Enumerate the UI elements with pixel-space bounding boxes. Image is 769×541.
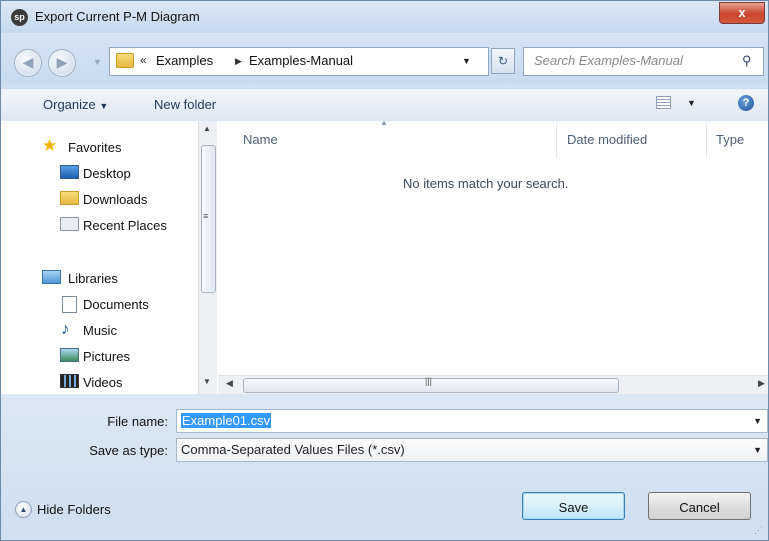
back-arrow-icon: ◀	[22, 54, 34, 70]
help-icon[interactable]: ?	[738, 95, 754, 111]
column-divider[interactable]	[706, 123, 707, 158]
libraries-icon	[42, 270, 61, 284]
column-header-date-modified[interactable]: Date modified	[567, 132, 647, 147]
sidebar-item-desktop[interactable]: Desktop	[1, 162, 197, 184]
sidebar-item-label: Recent Places	[83, 218, 167, 233]
resize-grip-icon[interactable]: ⋰	[754, 525, 763, 536]
save-form: File name: Example01.csv ▼ Save as type:…	[1, 394, 768, 540]
sidebar-item-label: Downloads	[83, 192, 148, 207]
scrollbar-grip-icon: |||	[425, 376, 433, 386]
refresh-button[interactable]: ↻	[491, 48, 515, 74]
scrollbar-grip-icon: ≡	[203, 211, 208, 221]
sidebar-item-videos[interactable]: Videos	[1, 371, 197, 393]
sidebar-item-pictures[interactable]: Pictures	[1, 345, 197, 367]
file-name-dropdown-icon[interactable]: ▼	[753, 416, 762, 426]
save-dialog: sp Export Current P-M Diagram x ◀ ▶ ▼ « …	[0, 0, 769, 541]
sidebar-item-label: Documents	[83, 297, 149, 312]
save-as-type-value: Comma-Separated Values Files (*.csv)	[181, 442, 405, 457]
sidebar-item-label: Desktop	[83, 166, 131, 181]
back-button[interactable]: ◀	[14, 49, 42, 77]
forward-arrow-icon: ▶	[56, 54, 68, 70]
address-bar[interactable]: « Examples ▶ Examples-Manual ▼	[109, 47, 489, 76]
search-input[interactable]	[532, 52, 736, 69]
view-options-dropdown-icon[interactable]: ▼	[687, 98, 696, 108]
save-as-type-label: Save as type:	[89, 443, 168, 458]
close-button[interactable]: x	[719, 2, 765, 24]
sidebar-item-documents[interactable]: Documents	[1, 293, 197, 315]
sidebar-item-label: Favorites	[68, 140, 122, 155]
search-icon[interactable]: ⚲	[742, 53, 752, 69]
scroll-down-arrow-icon[interactable]: ▼	[203, 377, 211, 386]
sidebar-item-libraries[interactable]: Libraries	[1, 267, 197, 289]
sidebar-item-label: Pictures	[83, 349, 130, 364]
chevron-down-icon: ▼	[99, 101, 109, 111]
save-button[interactable]: Save	[522, 492, 625, 520]
file-name-label: File name:	[107, 414, 168, 429]
navigation-pane-scrollbar[interactable]: ▲ ≡ ▼	[198, 121, 217, 394]
sidebar-item-favorites[interactable]: ★ Favorites	[1, 136, 197, 158]
organize-menu[interactable]: Organize ▼	[43, 97, 108, 112]
desktop-icon	[60, 165, 79, 179]
documents-icon	[62, 296, 77, 313]
file-name-value[interactable]: Example01.csv	[181, 413, 272, 428]
navigation-pane: ★ Favorites Desktop Downloads Recent Pla…	[1, 121, 197, 394]
column-header-type[interactable]: Type	[716, 132, 744, 147]
cancel-button[interactable]: Cancel	[648, 492, 751, 520]
refresh-icon: ↻	[497, 54, 509, 68]
column-header-name[interactable]: Name	[243, 132, 278, 147]
content-area: ★ Favorites Desktop Downloads Recent Pla…	[1, 118, 768, 395]
breadcrumb-overflow[interactable]: «	[140, 53, 147, 67]
breadcrumb-examples-manual[interactable]: Examples-Manual	[249, 53, 353, 68]
sidebar-item-recent-places[interactable]: Recent Places	[1, 214, 197, 236]
breadcrumb-chevron-icon[interactable]: ▶	[235, 56, 242, 67]
scroll-left-arrow-icon[interactable]: ◀	[226, 378, 233, 389]
collapse-icon[interactable]: ▲	[15, 501, 32, 518]
hide-folders-button[interactable]: Hide Folders	[37, 502, 111, 517]
sidebar-item-downloads[interactable]: Downloads	[1, 188, 197, 210]
scroll-right-arrow-icon[interactable]: ▶	[758, 378, 765, 389]
folder-icon	[116, 53, 134, 68]
videos-icon	[60, 374, 79, 388]
change-view-icon[interactable]	[656, 96, 671, 109]
sort-ascending-icon: ▲	[380, 118, 388, 127]
breadcrumb-examples[interactable]: Examples	[156, 53, 213, 68]
sidebar-item-music[interactable]: ♪ Music	[1, 319, 197, 341]
address-dropdown-icon[interactable]: ▼	[462, 56, 471, 66]
music-note-icon: ♪	[61, 319, 70, 338]
column-divider[interactable]	[556, 123, 557, 158]
file-list-horizontal-scrollbar[interactable]: ◀ ||| ▶	[218, 375, 768, 395]
sidebar-item-label: Videos	[83, 375, 123, 390]
chevron-down-icon[interactable]: ▼	[753, 445, 762, 455]
pictures-icon	[60, 348, 79, 362]
scroll-up-arrow-icon[interactable]: ▲	[203, 124, 211, 133]
recent-locations-dropdown-icon[interactable]: ▼	[93, 57, 102, 67]
empty-results-message: No items match your search.	[403, 176, 569, 191]
star-icon: ★	[42, 136, 58, 155]
window-title: Export Current P-M Diagram	[35, 9, 200, 24]
downloads-folder-icon	[60, 191, 79, 205]
file-name-field[interactable]: Example01.csv ▼	[176, 409, 768, 433]
recent-places-icon	[60, 217, 79, 231]
sidebar-item-label: Music	[83, 323, 117, 338]
back-forward-group: ◀ ▶	[14, 47, 92, 77]
search-box[interactable]: ⚲	[523, 47, 764, 76]
save-as-type-select[interactable]: Comma-Separated Values Files (*.csv) ▼	[176, 438, 768, 462]
organize-label: Organize	[43, 97, 96, 112]
file-list[interactable]: ▲ Name Date modified Type No items match…	[218, 118, 768, 394]
app-icon: sp	[11, 9, 28, 26]
forward-button[interactable]: ▶	[48, 49, 76, 77]
title-bar: sp Export Current P-M Diagram x	[1, 1, 768, 33]
sidebar-item-label: Libraries	[68, 271, 118, 286]
new-folder-button[interactable]: New folder	[154, 97, 216, 112]
